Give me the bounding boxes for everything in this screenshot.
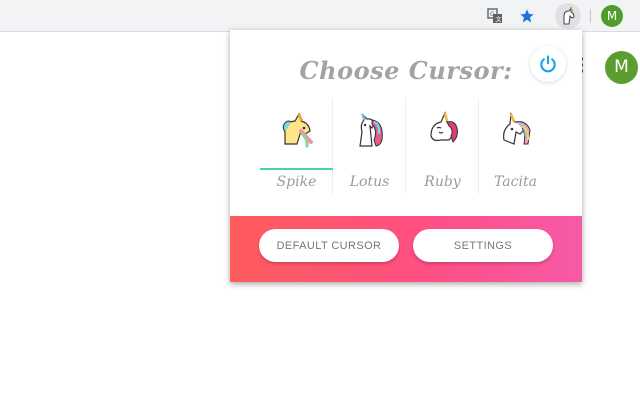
cursor-options: Spike Lotus Ruby Tacita (260, 98, 552, 194)
unicorn-tacita-icon (503, 111, 531, 145)
cursor-label: Ruby (424, 174, 461, 190)
cursor-label: Tacita (494, 174, 537, 190)
page-avatar[interactable]: M (605, 51, 638, 84)
svg-text:G: G (490, 11, 495, 18)
extension-popup: Choose Cursor: Spike Lotus Ruby Tacita D… (230, 30, 582, 282)
cursor-option-spike[interactable]: Spike (260, 98, 333, 194)
profile-avatar[interactable]: M (601, 5, 623, 27)
default-cursor-button[interactable]: DEFAULT CURSOR (259, 229, 399, 262)
bookmark-star-icon[interactable] (516, 5, 538, 27)
svg-text:文: 文 (496, 16, 502, 24)
unicorn-spike-icon (282, 112, 313, 148)
cursor-label: Spike (276, 174, 317, 190)
unicorn-ruby-icon (430, 111, 458, 143)
translate-icon[interactable]: G 文 (484, 5, 506, 27)
popup-footer: DEFAULT CURSOR SETTINGS (230, 216, 582, 282)
unicorn-lotus-icon (359, 113, 383, 147)
cursor-option-ruby[interactable]: Ruby (406, 98, 479, 194)
cursor-option-lotus[interactable]: Lotus (333, 98, 406, 194)
settings-button[interactable]: SETTINGS (413, 229, 553, 262)
browser-toolbar: G 文 M (0, 0, 640, 32)
cursor-option-tacita[interactable]: Tacita (479, 98, 552, 194)
popup-title: Choose Cursor: (299, 56, 513, 85)
toolbar-separator (590, 9, 591, 23)
unicorn-extension-icon[interactable] (555, 3, 581, 29)
cursor-label: Lotus (349, 174, 390, 190)
power-icon (540, 55, 556, 73)
power-toggle-button[interactable] (530, 46, 566, 82)
